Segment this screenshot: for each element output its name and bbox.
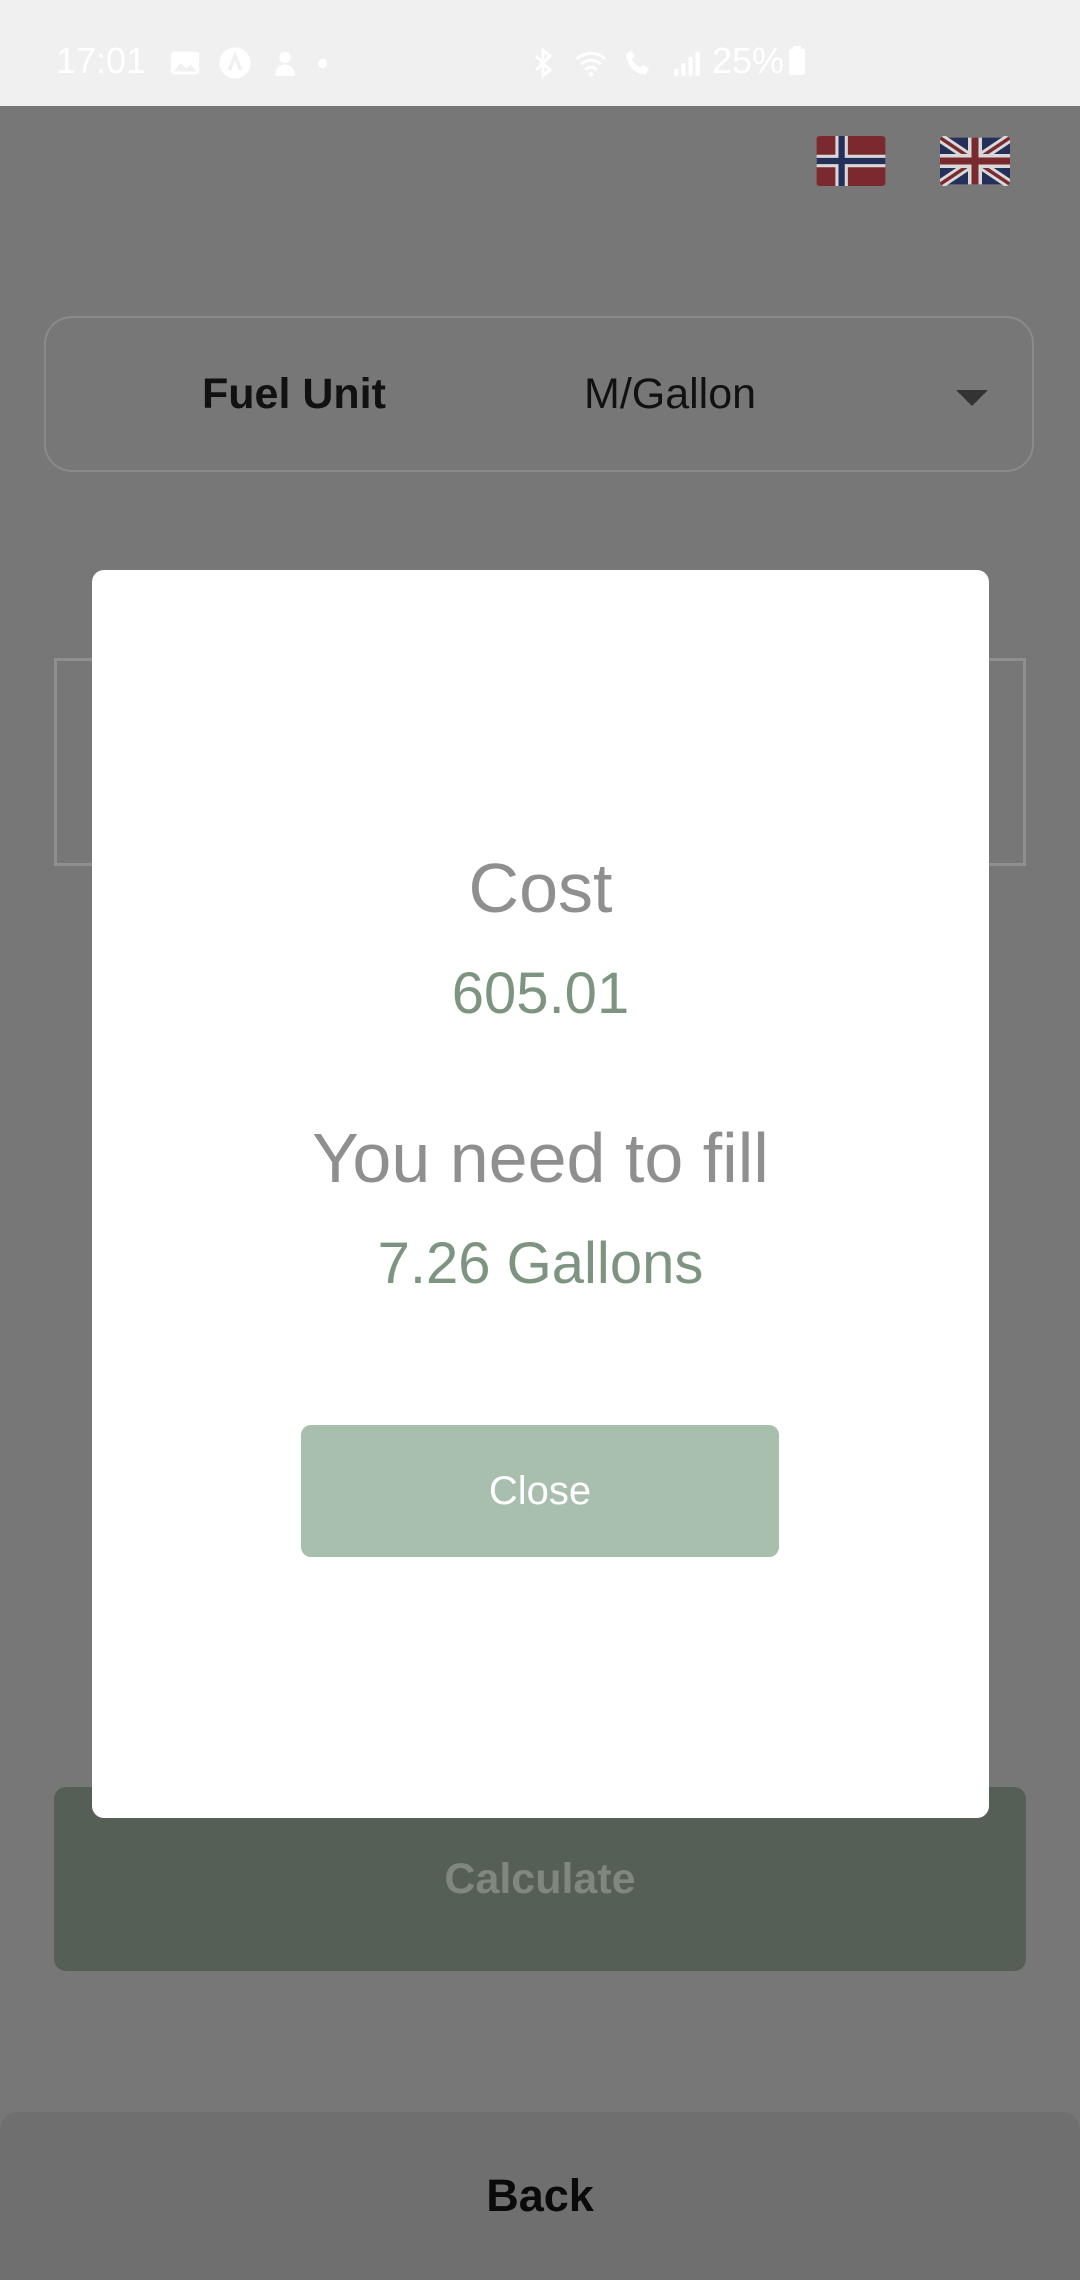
cost-value: 605.01: [451, 961, 630, 1026]
signal-icon: [674, 51, 700, 76]
fuel-unit-label: Fuel Unit: [202, 370, 386, 418]
app-icon: [219, 47, 251, 79]
battery-percent: 25%: [712, 40, 785, 81]
more-notifications-dot: [318, 58, 327, 68]
notification-icons: [168, 46, 327, 80]
fingerprint-icon: [275, 51, 295, 76]
result-dialog: Cost 605.01 You need to fill 7.26 Gallon…: [92, 570, 989, 1818]
gallery-icon: [170, 51, 200, 75]
uk-flag-icon[interactable]: [940, 136, 1010, 186]
chevron-down-icon[interactable]: [956, 390, 988, 406]
wifi-icon: [575, 51, 607, 77]
battery-icon: [789, 46, 806, 75]
status-time: 17:01: [56, 40, 147, 81]
fill-label: You need to fill: [312, 1119, 769, 1197]
fuel-unit-selector[interactable]: Fuel Unit M/Gallon: [44, 316, 1034, 472]
battery-indicator: 25%: [712, 40, 806, 82]
system-icons: [526, 46, 704, 80]
close-button[interactable]: Close: [301, 1425, 779, 1557]
back-button[interactable]: Back: [0, 2112, 1080, 2280]
cost-label: Cost: [468, 849, 613, 927]
bluetooth-icon: [534, 47, 553, 79]
fill-value: 7.26 Gallons: [377, 1231, 704, 1296]
norway-flag-icon[interactable]: [816, 136, 886, 186]
wifi-call-icon: [626, 50, 649, 75]
fuel-unit-value: M/Gallon: [584, 370, 757, 418]
status-bar: 17:01 25%: [0, 0, 1080, 106]
